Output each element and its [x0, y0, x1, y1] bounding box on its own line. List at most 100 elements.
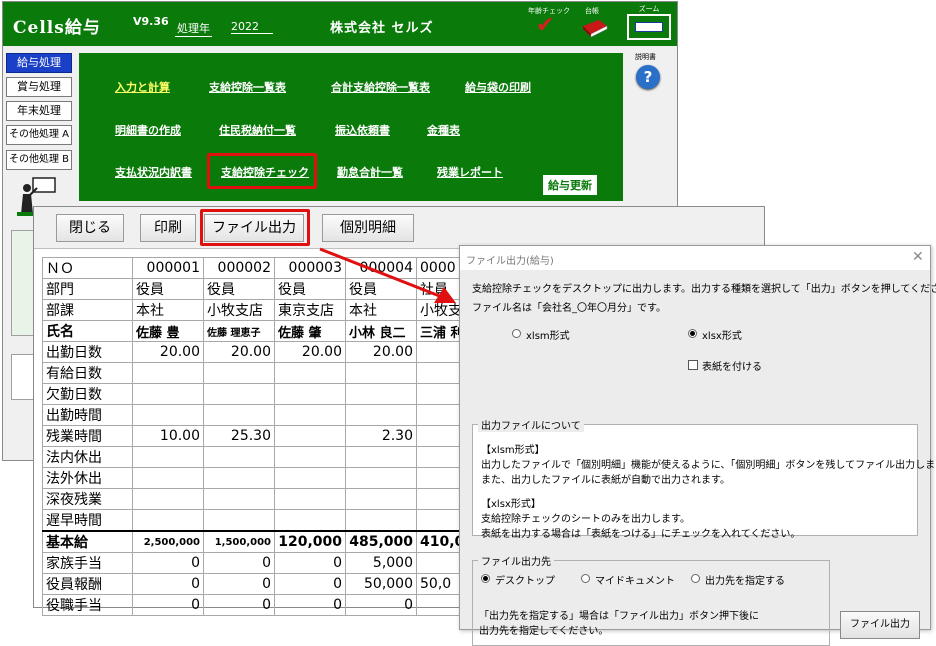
- table-cell[interactable]: 120,000: [274, 530, 346, 553]
- table-cell[interactable]: [132, 488, 204, 510]
- menu-resident-tax[interactable]: 住民税納付一覧: [219, 122, 296, 138]
- table-cell[interactable]: [132, 383, 204, 405]
- checkmark-icon[interactable]: ✔: [536, 15, 554, 37]
- menu-input-calc[interactable]: 入力と計算: [115, 79, 170, 95]
- zoom-button[interactable]: [627, 14, 671, 40]
- book-icon[interactable]: [581, 18, 609, 38]
- table-cell[interactable]: 20.00: [274, 341, 346, 363]
- table-cell[interactable]: [203, 362, 275, 384]
- table-cell[interactable]: [345, 467, 417, 489]
- column-header: 000001: [132, 257, 204, 279]
- table-cell[interactable]: 0: [345, 594, 417, 616]
- table-cell[interactable]: 0: [132, 552, 204, 574]
- table-cell[interactable]: [274, 509, 346, 532]
- table-cell[interactable]: 佐藤 肇: [274, 320, 346, 342]
- table-cell[interactable]: 小林 良二: [345, 320, 417, 342]
- table-cell[interactable]: 25.30: [203, 425, 275, 447]
- table-cell[interactable]: [274, 425, 346, 447]
- table-cell[interactable]: [345, 446, 417, 468]
- side-menu-kyuyo[interactable]: 給与処理: [6, 53, 72, 73]
- table-cell[interactable]: 0: [274, 594, 346, 616]
- menu-payment-list[interactable]: 支給控除一覧表: [209, 79, 286, 95]
- table-cell[interactable]: [274, 467, 346, 489]
- table-cell[interactable]: 2,500,000: [132, 530, 204, 553]
- table-cell[interactable]: 0: [203, 552, 275, 574]
- table-cell[interactable]: 20.00: [345, 341, 417, 363]
- cover-checkbox[interactable]: [688, 360, 698, 370]
- table-cell[interactable]: 20.00: [203, 341, 275, 363]
- radio-my-documents[interactable]: [581, 574, 590, 583]
- radio-xlsx[interactable]: [688, 329, 697, 338]
- table-cell[interactable]: [274, 446, 346, 468]
- table-cell[interactable]: [274, 404, 346, 426]
- menu-total-payment-list[interactable]: 合計支給控除一覧表: [331, 79, 430, 95]
- individual-statement-button[interactable]: 個別明細: [322, 214, 414, 242]
- side-menu-nenmatsu[interactable]: 年末処理: [6, 101, 72, 121]
- table-cell[interactable]: [274, 362, 346, 384]
- table-cell[interactable]: 1,500,000: [203, 530, 275, 553]
- table-cell[interactable]: [345, 362, 417, 384]
- table-cell[interactable]: [132, 362, 204, 384]
- processing-year-label: 処理年: [175, 22, 212, 37]
- table-cell[interactable]: [132, 467, 204, 489]
- ledger-label: 台帳: [585, 7, 599, 15]
- menu-transfer-request[interactable]: 振込依頼書: [335, 122, 390, 138]
- help-icon[interactable]: ?: [636, 65, 660, 89]
- payroll-update-button[interactable]: 給与更新: [543, 175, 597, 195]
- table-cell[interactable]: 0: [203, 573, 275, 595]
- processing-year-value[interactable]: 2022: [231, 20, 273, 34]
- table-cell[interactable]: 20.00: [132, 341, 204, 363]
- table-cell[interactable]: [203, 467, 275, 489]
- table-cell[interactable]: 佐藤 豊: [132, 320, 204, 342]
- side-menu-other-a[interactable]: その他処理 A: [6, 125, 72, 145]
- table-cell[interactable]: 10.00: [132, 425, 204, 447]
- payroll-grid: ＮＯ 000001 000002 000003 000004 0000 部門 役…: [42, 257, 488, 616]
- close-icon[interactable]: ✕: [912, 250, 924, 264]
- table-cell[interactable]: 485,000: [345, 530, 417, 553]
- side-menu-shoyo[interactable]: 賞与処理: [6, 77, 72, 97]
- table-cell[interactable]: [203, 404, 275, 426]
- print-button[interactable]: 印刷: [140, 214, 196, 242]
- table-cell[interactable]: 5,000: [345, 552, 417, 574]
- table-cell[interactable]: [203, 488, 275, 510]
- row-label: 基本給: [42, 530, 133, 553]
- table-cell[interactable]: 小牧支店: [203, 299, 275, 321]
- table-cell[interactable]: [132, 446, 204, 468]
- radio-specify-dest[interactable]: [691, 574, 700, 583]
- table-cell[interactable]: [203, 446, 275, 468]
- table-cell[interactable]: [132, 509, 204, 532]
- radio-xlsm[interactable]: [512, 329, 521, 338]
- table-cell[interactable]: 役員: [203, 278, 275, 300]
- menu-denomination[interactable]: 金種表: [427, 122, 460, 138]
- row-label: 欠勤日数: [42, 383, 133, 405]
- table-cell[interactable]: 0: [132, 594, 204, 616]
- close-button[interactable]: 閉じる: [56, 214, 124, 242]
- table-cell[interactable]: 0: [274, 552, 346, 574]
- table-cell[interactable]: [345, 509, 417, 532]
- table-cell[interactable]: 役員: [132, 278, 204, 300]
- table-cell[interactable]: 0: [203, 594, 275, 616]
- menu-payment-breakdown[interactable]: 支払状況内訳書: [115, 164, 192, 180]
- table-cell[interactable]: [132, 404, 204, 426]
- table-cell[interactable]: [345, 404, 417, 426]
- table-cell[interactable]: 2.30: [345, 425, 417, 447]
- menu-statement[interactable]: 明細書の作成: [115, 122, 181, 138]
- table-cell[interactable]: [274, 488, 346, 510]
- menu-attendance-total[interactable]: 勤怠合計一覧: [337, 164, 403, 180]
- table-row: 法外休出: [42, 467, 488, 489]
- table-cell[interactable]: [203, 509, 275, 532]
- radio-desktop[interactable]: [481, 574, 490, 583]
- table-cell[interactable]: 0: [132, 573, 204, 595]
- table-cell[interactable]: [203, 383, 275, 405]
- side-menu-other-b[interactable]: その他処理 B: [6, 150, 72, 170]
- table-row: 基本給 2,500,000 1,500,000 120,000 485,000 …: [42, 530, 488, 553]
- table-cell[interactable]: [345, 488, 417, 510]
- table-cell[interactable]: 50,000: [345, 573, 417, 595]
- table-cell[interactable]: 本社: [132, 299, 204, 321]
- table-cell[interactable]: [345, 383, 417, 405]
- menu-overtime-report[interactable]: 残業レポート: [437, 164, 503, 180]
- table-cell[interactable]: 佐藤 理恵子: [203, 320, 275, 342]
- menu-envelope-print[interactable]: 給与袋の印刷: [465, 79, 531, 95]
- table-cell[interactable]: 0: [274, 573, 346, 595]
- table-cell[interactable]: [274, 383, 346, 405]
